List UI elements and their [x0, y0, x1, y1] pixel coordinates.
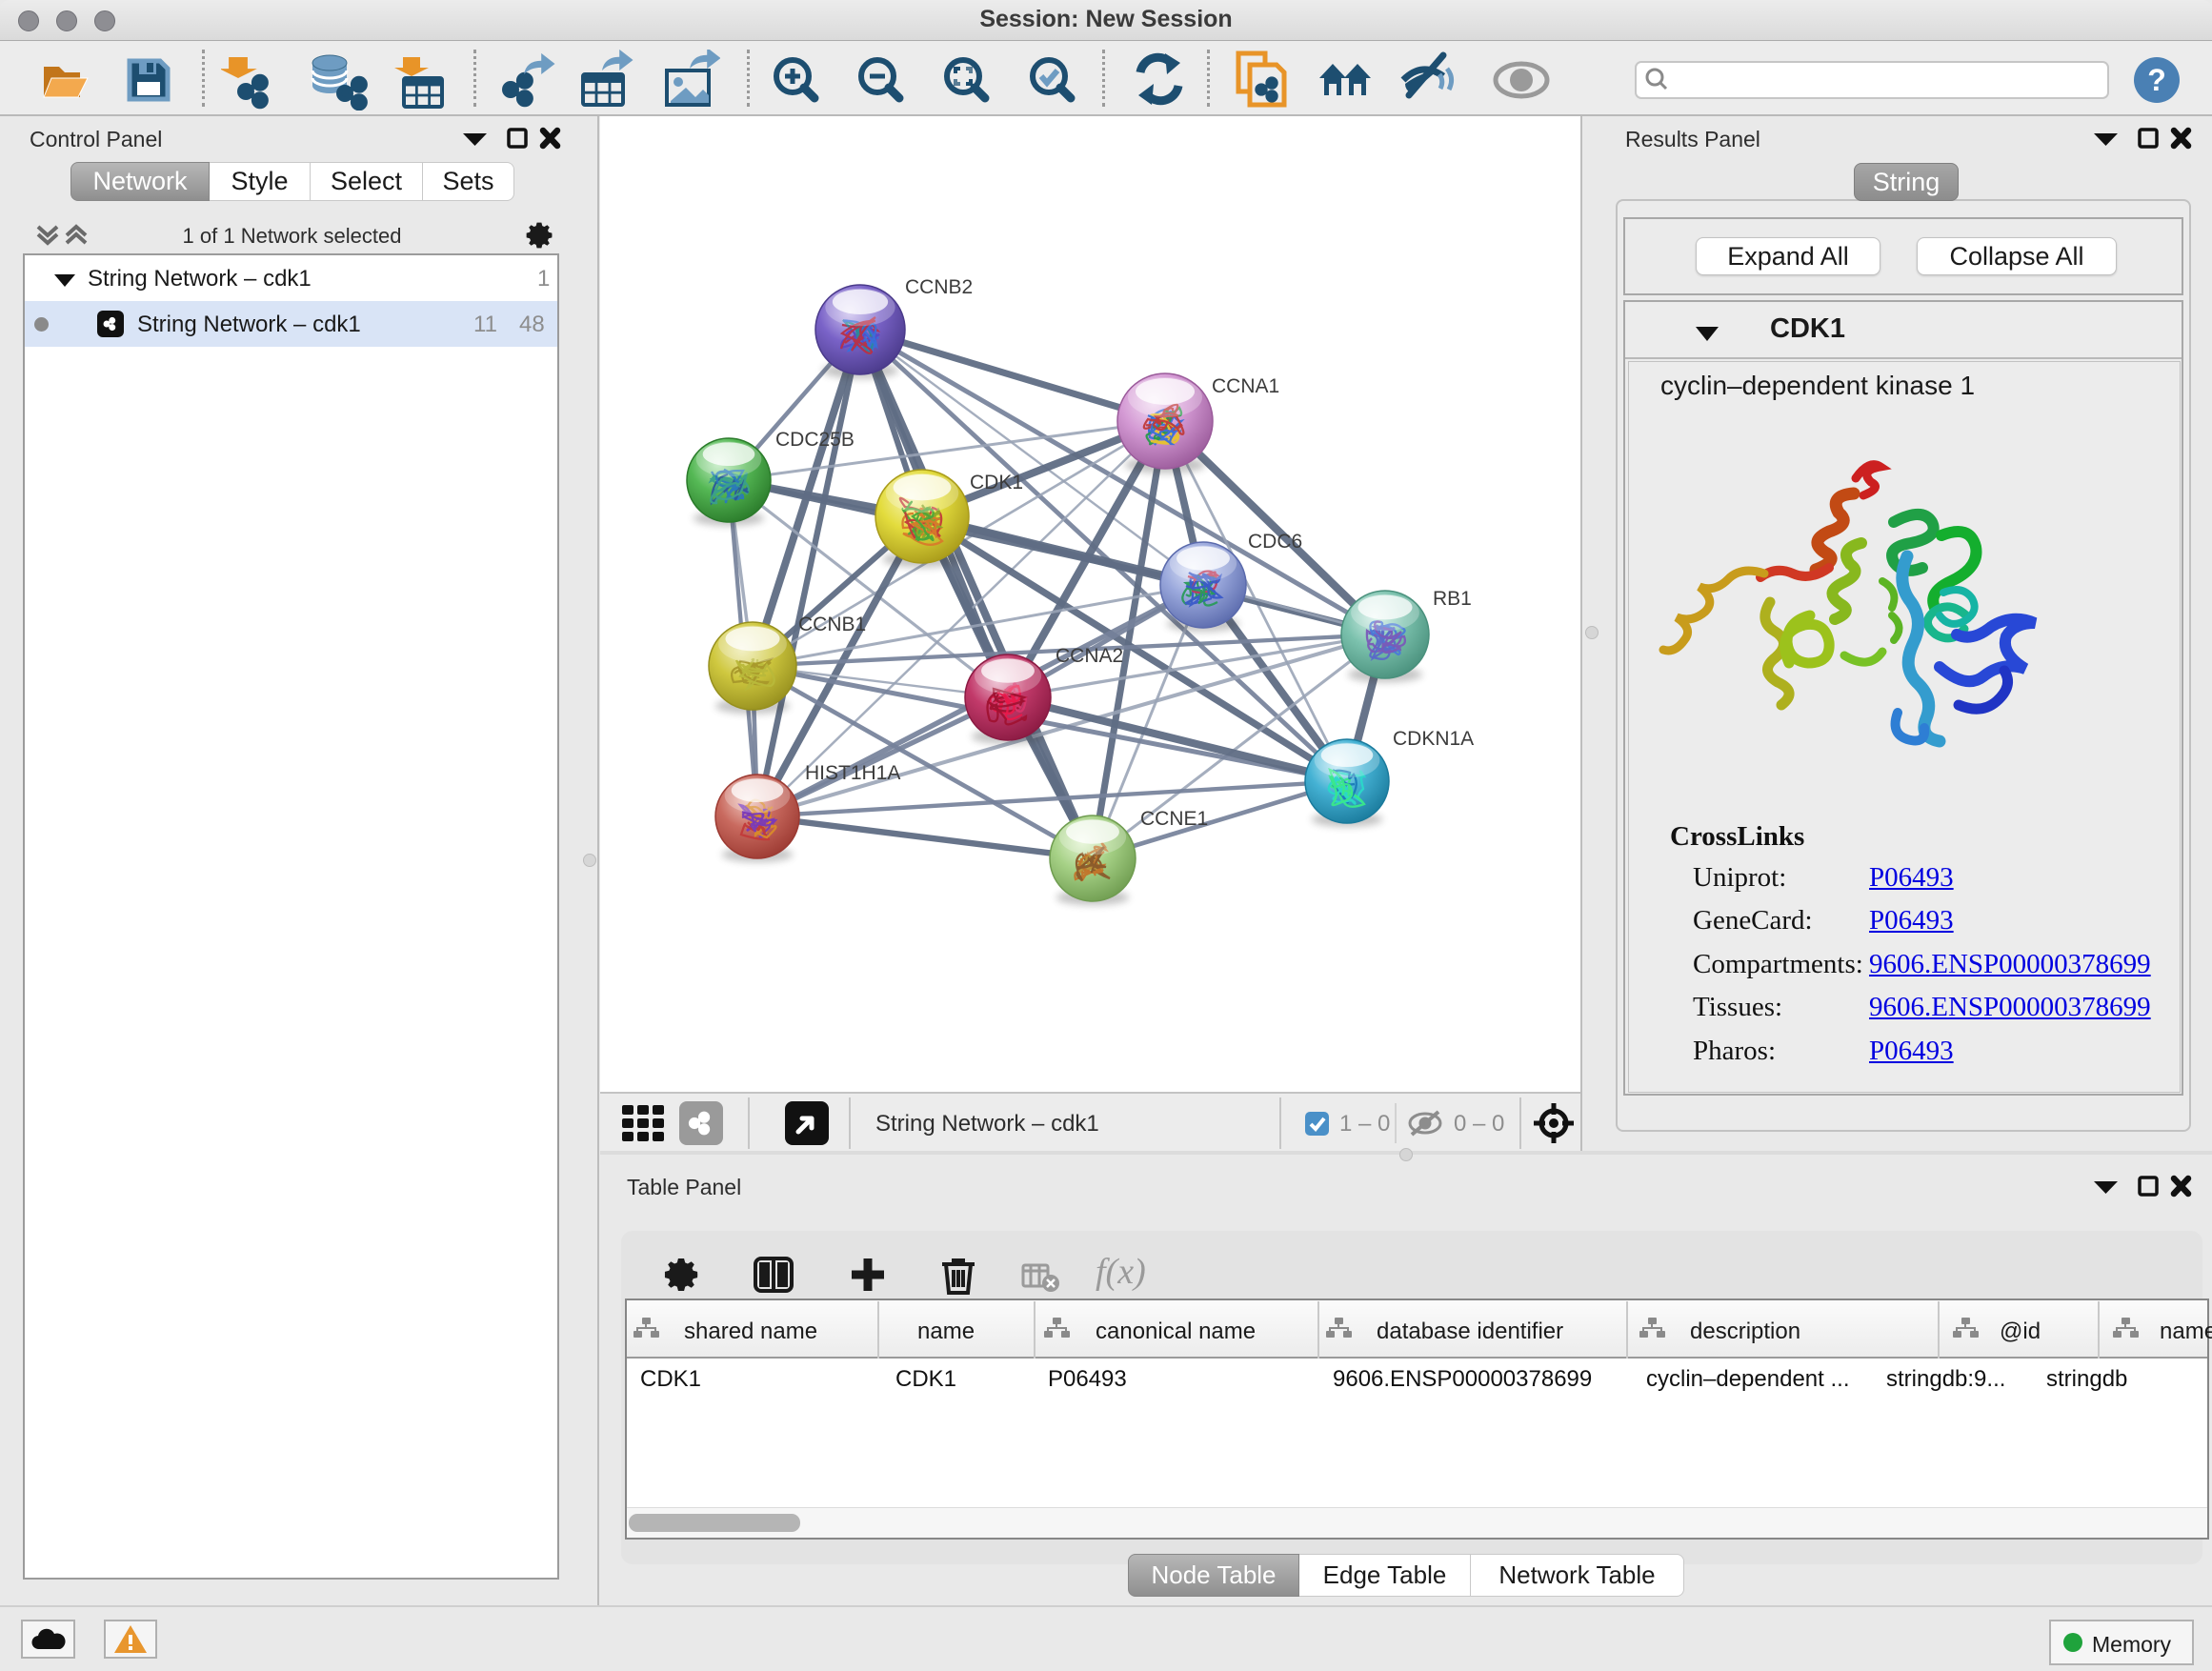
- svg-text:CDKN1A: CDKN1A: [1393, 728, 1474, 750]
- svg-text:HIST1H1A: HIST1H1A: [805, 762, 900, 784]
- svg-text:CDC25B: CDC25B: [775, 429, 855, 451]
- svg-text:CDC6: CDC6: [1248, 531, 1302, 553]
- svg-text:CCNB2: CCNB2: [905, 276, 973, 298]
- svg-text:CCNE1: CCNE1: [1140, 808, 1208, 830]
- svg-text:CDK1: CDK1: [970, 472, 1023, 493]
- svg-text:CCNA1: CCNA1: [1212, 375, 1279, 397]
- svg-text:RB1: RB1: [1433, 588, 1472, 610]
- svg-text:CCNB1: CCNB1: [798, 614, 866, 635]
- svg-text:?: ?: [2147, 63, 2166, 97]
- svg-text:CCNA2: CCNA2: [1056, 645, 1123, 667]
